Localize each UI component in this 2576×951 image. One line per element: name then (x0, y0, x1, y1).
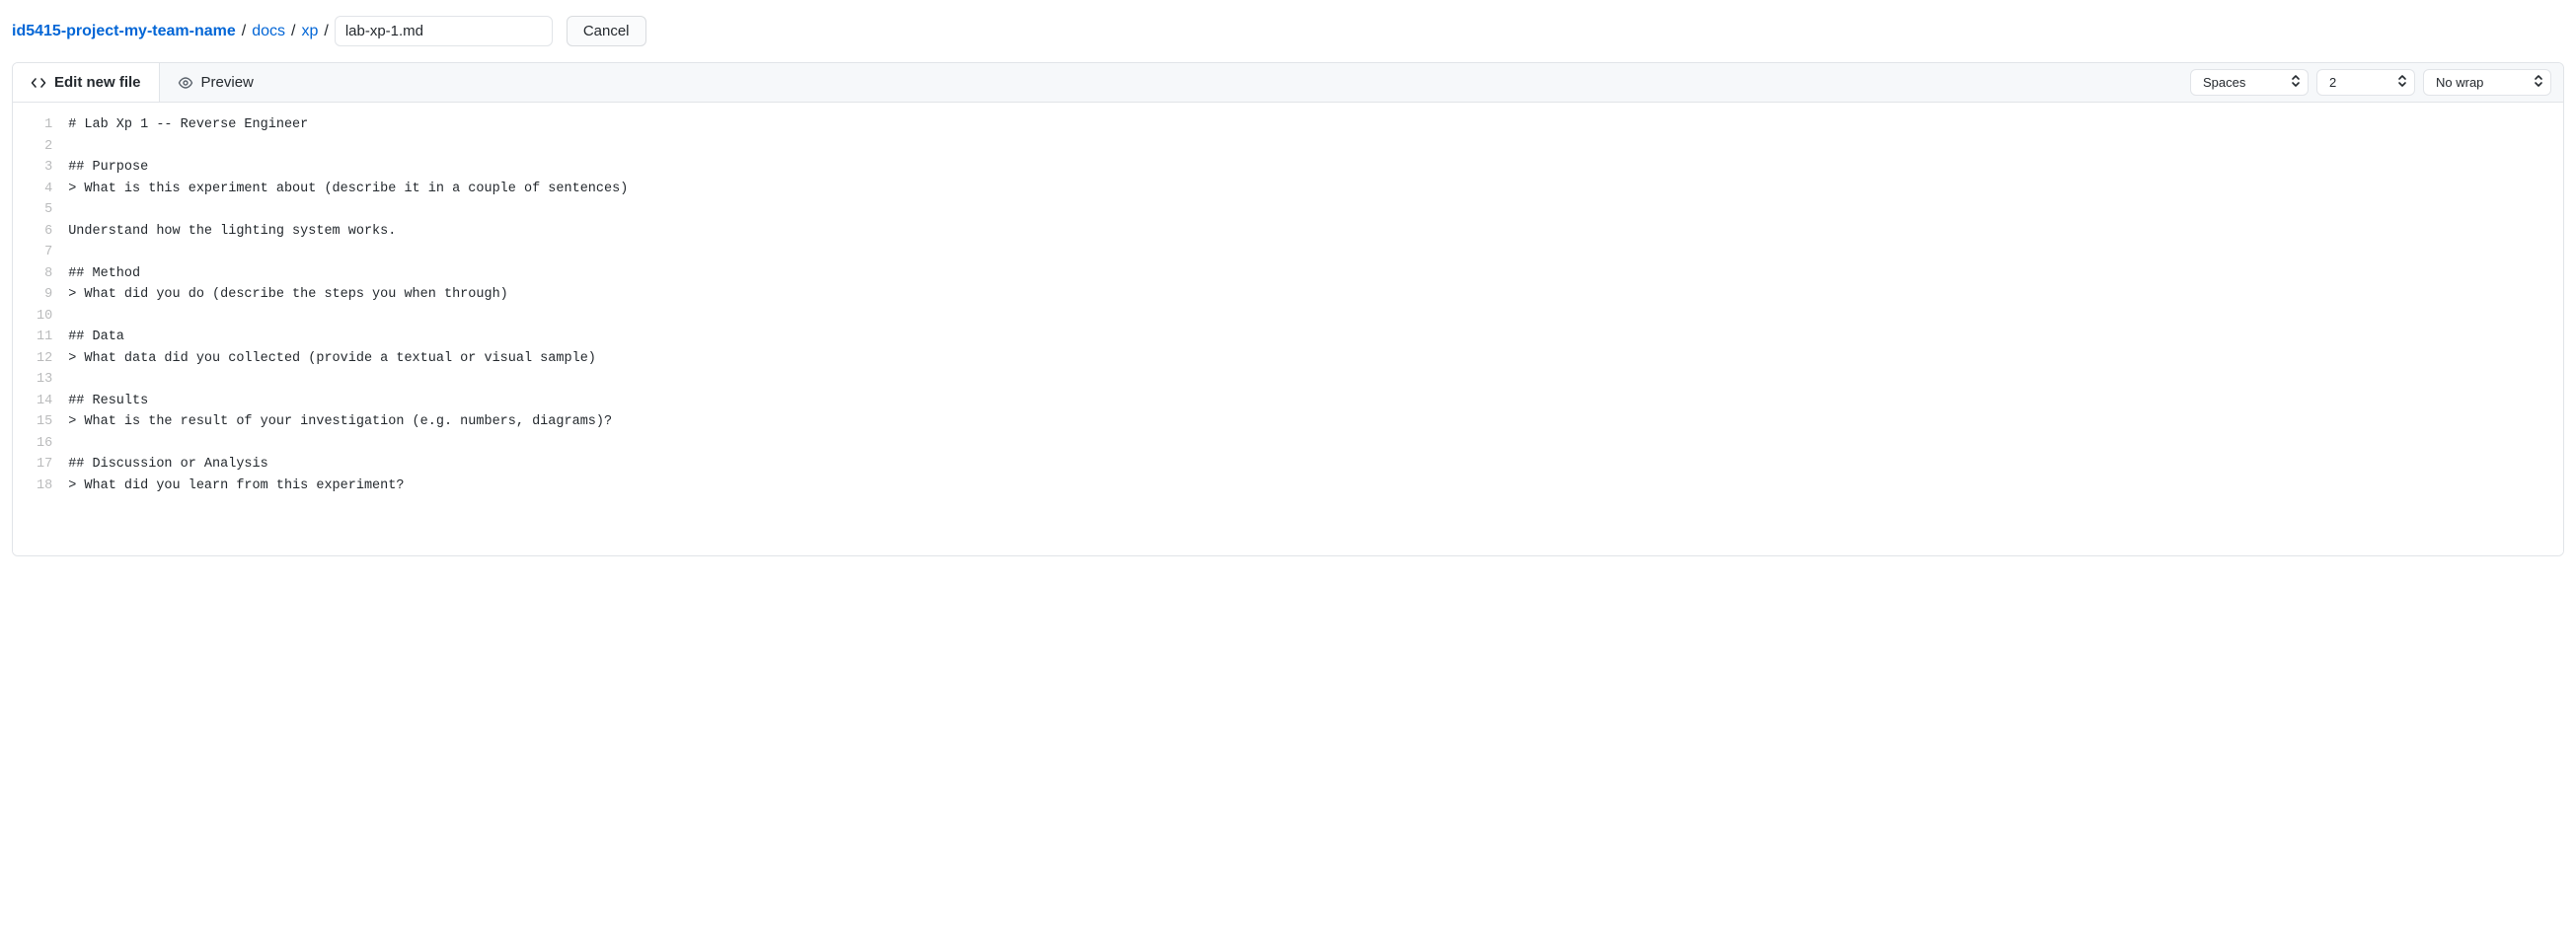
line-number: 12 (37, 348, 52, 370)
code-line[interactable]: > What is this experiment about (describ… (68, 179, 2563, 200)
line-number: 4 (37, 179, 52, 200)
code-line[interactable] (68, 136, 2563, 158)
code-line[interactable] (68, 306, 2563, 328)
editor-settings: Spaces 2 (2178, 63, 2563, 102)
line-number: 13 (37, 369, 52, 391)
code-icon (31, 75, 46, 91)
indent-mode-select[interactable]: Spaces (2190, 69, 2309, 96)
editor-tab-bar: Edit new file Preview Spaces (13, 63, 2563, 103)
line-number: 6 (37, 221, 52, 243)
breadcrumb-path-xp[interactable]: xp (301, 23, 318, 40)
filename-input[interactable] (335, 16, 553, 46)
line-number: 11 (37, 327, 52, 348)
line-number: 3 (37, 157, 52, 179)
tab-preview-label: Preview (201, 74, 254, 91)
code-line[interactable] (68, 242, 2563, 263)
line-number: 18 (37, 476, 52, 497)
breadcrumb-repo-link[interactable]: id5415-project-my-team-name (12, 23, 236, 40)
code-line[interactable] (68, 369, 2563, 391)
code-line[interactable] (68, 199, 2563, 221)
line-number: 2 (37, 136, 52, 158)
tab-edit-file[interactable]: Edit new file (13, 63, 160, 102)
code-line[interactable]: > What is the result of your investigati… (68, 411, 2563, 433)
breadcrumb: id5415-project-my-team-name / docs / xp … (12, 16, 2564, 46)
code-line[interactable]: ## Method (68, 263, 2563, 285)
line-number-gutter: 123456789101112131415161718 (13, 114, 68, 496)
code-editor[interactable]: 123456789101112131415161718 # Lab Xp 1 -… (13, 103, 2563, 555)
line-number: 17 (37, 454, 52, 476)
code-line[interactable]: ## Discussion or Analysis (68, 454, 2563, 476)
code-line[interactable]: > What data did you collected (provide a… (68, 348, 2563, 370)
wrap-mode-select[interactable]: No wrap (2423, 69, 2551, 96)
line-number: 15 (37, 411, 52, 433)
code-line[interactable]: ## Results (68, 391, 2563, 412)
editor-container: Edit new file Preview Spaces (12, 62, 2564, 556)
line-number: 16 (37, 433, 52, 455)
breadcrumb-sep: / (242, 23, 246, 40)
line-number: 8 (37, 263, 52, 285)
code-lines[interactable]: # Lab Xp 1 -- Reverse Engineer ## Purpos… (68, 114, 2563, 496)
breadcrumb-path-docs[interactable]: docs (252, 23, 285, 40)
line-number: 10 (37, 306, 52, 328)
line-number: 7 (37, 242, 52, 263)
code-line[interactable]: ## Purpose (68, 157, 2563, 179)
line-number: 5 (37, 199, 52, 221)
tab-preview[interactable]: Preview (160, 63, 271, 102)
code-line[interactable]: Understand how the lighting system works… (68, 221, 2563, 243)
eye-icon (178, 75, 193, 91)
line-number: 1 (37, 114, 52, 136)
tab-spacer (271, 63, 2178, 102)
code-line[interactable]: # Lab Xp 1 -- Reverse Engineer (68, 114, 2563, 136)
breadcrumb-sep: / (324, 23, 328, 40)
code-line[interactable]: > What did you learn from this experimen… (68, 476, 2563, 497)
code-line[interactable] (68, 433, 2563, 455)
cancel-button[interactable]: Cancel (567, 16, 646, 46)
tab-edit-label: Edit new file (54, 74, 141, 91)
breadcrumb-sep: / (291, 23, 295, 40)
line-number: 9 (37, 284, 52, 306)
code-line[interactable]: > What did you do (describe the steps yo… (68, 284, 2563, 306)
indent-size-select[interactable]: 2 (2316, 69, 2415, 96)
code-line[interactable]: ## Data (68, 327, 2563, 348)
line-number: 14 (37, 391, 52, 412)
